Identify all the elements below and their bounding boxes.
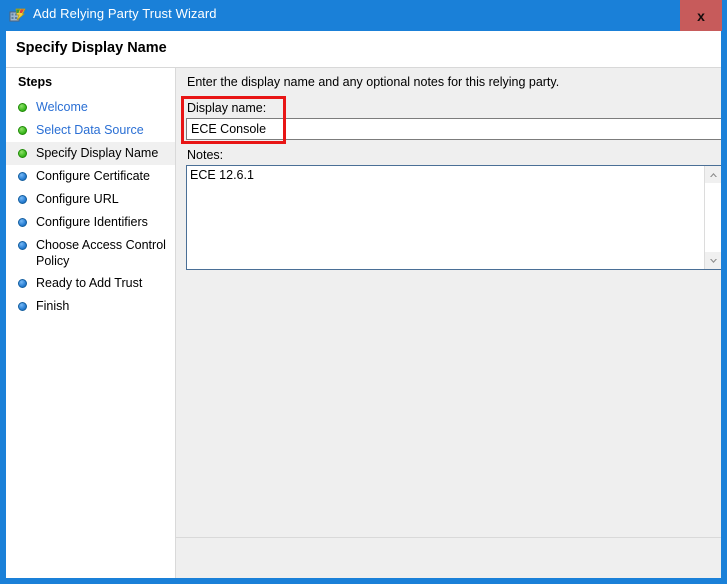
sidebar-step-label: Welcome	[36, 100, 88, 114]
steps-list: Welcome Select Data Source Specify Display…	[6, 96, 175, 318]
close-icon: x	[697, 7, 705, 24]
sidebar-step-label: Ready to Add Trust	[36, 276, 143, 290]
main-pane: Enter the display name and any optional …	[176, 68, 721, 578]
sidebar-step-ready-to-add-trust: Ready to Add Trust	[6, 272, 175, 295]
page-header: Specify Display Name	[6, 31, 721, 67]
sidebar-step-label: Configure URL	[36, 192, 119, 206]
wizard-window: Add Relying Party Trust Wizard x Specify…	[0, 0, 727, 584]
sidebar-step-configure-url: Configure URL	[6, 188, 175, 211]
green-bullet-icon	[18, 103, 27, 112]
notes-scrollbar[interactable]	[704, 166, 721, 269]
close-button[interactable]: x	[680, 0, 722, 31]
sidebar-step-label: Configure Certificate	[36, 169, 150, 183]
window-title: Add Relying Party Trust Wizard	[33, 6, 217, 21]
blue-bullet-icon	[18, 302, 27, 311]
blue-bullet-icon	[18, 218, 27, 227]
notes-field-wrapper	[186, 165, 721, 270]
footer-divider	[176, 537, 721, 538]
sidebar-step-label: Finish	[36, 299, 70, 313]
sidebar-step-label: Select Data Source	[36, 123, 144, 137]
sidebar-step-label: Configure Identifiers	[36, 215, 148, 229]
title-bar: Add Relying Party Trust Wizard x	[0, 0, 727, 31]
scroll-down-arrow-icon[interactable]	[705, 252, 721, 269]
steps-sidebar: Steps Welcome Select Data Source Specify D…	[6, 68, 175, 578]
notes-label: Notes:	[187, 148, 224, 162]
blue-bullet-icon	[18, 172, 27, 181]
display-name-label: Display name:	[187, 101, 267, 115]
sidebar-step-configure-identifiers: Configure Identifiers	[6, 211, 175, 234]
display-name-input[interactable]	[186, 118, 721, 140]
scroll-up-arrow-icon[interactable]	[705, 166, 721, 183]
sidebar-step-select-data-source[interactable]: Select Data Source	[6, 119, 175, 142]
sidebar-step-label: Specify Display Name	[36, 146, 159, 160]
sidebar-step-configure-certificate: Configure Certificate	[6, 165, 175, 188]
sidebar-step-choose-access-control-policy: Choose Access Control Policy	[6, 234, 175, 272]
sidebar-step-specify-display-name: Specify Display Name	[6, 142, 175, 165]
blue-bullet-icon	[18, 195, 27, 204]
wizard-shield-icon	[9, 7, 27, 25]
sidebar-step-label: Choose Access Control Policy	[36, 238, 166, 268]
green-bullet-icon	[18, 149, 27, 158]
intro-text: Enter the display name and any optional …	[187, 75, 560, 89]
notes-textarea[interactable]	[187, 166, 704, 269]
green-bullet-icon	[18, 126, 27, 135]
steps-heading: Steps	[18, 75, 53, 89]
scrollbar-track[interactable]	[705, 183, 721, 252]
blue-bullet-icon	[18, 241, 27, 250]
sidebar-step-welcome[interactable]: Welcome	[6, 96, 175, 119]
sidebar-step-finish: Finish	[6, 295, 175, 318]
client-area: Specify Display Name Steps Welcome Select…	[6, 31, 721, 578]
page-title: Specify Display Name	[16, 40, 167, 56]
blue-bullet-icon	[18, 279, 27, 288]
